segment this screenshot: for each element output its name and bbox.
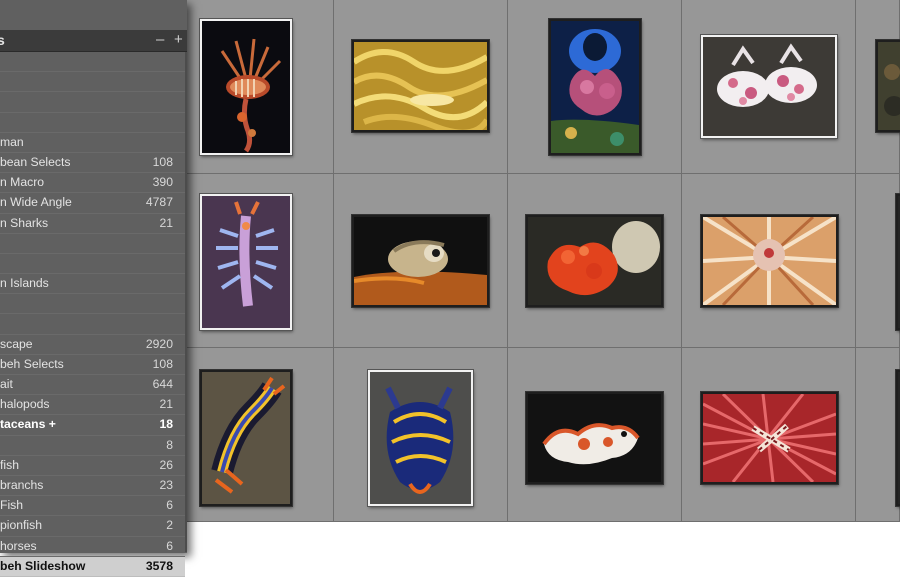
collection-name: n Wide Angle xyxy=(0,195,72,210)
nudibranch-blue-yellow-image xyxy=(370,372,471,504)
collection-row[interactable]: n Islands xyxy=(0,274,185,295)
thumbnail-nudibranch-blue-yellow[interactable] xyxy=(368,370,473,506)
thumbnail-nudibranch-striped[interactable] xyxy=(200,370,292,506)
collection-name: n Islands xyxy=(0,276,49,291)
collection-row[interactable]: taceans + 18 xyxy=(0,415,185,436)
thumbnail-fire-urchin[interactable] xyxy=(701,392,838,484)
collection-row[interactable]: ait 644 xyxy=(0,375,185,396)
nudibranch-striped-image xyxy=(202,372,290,504)
collection-name: halopods xyxy=(0,397,50,412)
collection-name: scape xyxy=(0,336,33,351)
remove-collection-button[interactable]: – xyxy=(156,31,164,48)
collection-row[interactable]: man xyxy=(0,133,185,153)
thumbnail-soft-coral[interactable] xyxy=(549,19,641,155)
collection-row[interactable] xyxy=(0,294,185,315)
thumbnail-partial[interactable] xyxy=(896,370,900,506)
collection-row[interactable]: horses 6 xyxy=(0,537,185,557)
collection-row[interactable] xyxy=(0,72,185,93)
collection-row[interactable]: scape 2920 xyxy=(0,335,185,355)
collection-row[interactable] xyxy=(0,52,185,73)
soft-coral-image xyxy=(551,21,639,153)
collection-name: n Sharks xyxy=(0,215,49,230)
thumbnail-frogfish[interactable] xyxy=(526,392,663,484)
collection-row[interactable]: 8 xyxy=(0,436,185,456)
collection-row[interactable]: branchs 23 xyxy=(0,476,185,497)
collection-count: 21 xyxy=(159,215,173,230)
collection-row[interactable]: pionfish 2 xyxy=(0,516,185,537)
collection-name: horses xyxy=(0,538,37,553)
collection-row[interactable] xyxy=(0,254,185,275)
collection-count: 390 xyxy=(152,175,173,190)
collection-count: 6 xyxy=(166,498,173,513)
thumbnail-urchin-shrimp[interactable] xyxy=(701,215,838,307)
collection-count: 23 xyxy=(159,477,173,492)
orange-sponge-image xyxy=(528,217,661,305)
thumbnail-orange-sponge[interactable] xyxy=(526,215,663,307)
collection-row[interactable]: beh Selects 108 xyxy=(0,355,185,375)
collection-row[interactable] xyxy=(0,92,185,113)
thumbnail-lionfish[interactable] xyxy=(200,19,292,155)
collection-count: 18 xyxy=(159,417,173,432)
collection-count: 21 xyxy=(159,397,173,412)
collection-name: taceans + xyxy=(0,417,56,432)
thumbnail-grid xyxy=(160,0,900,522)
collection-row[interactable]: halopods 21 xyxy=(0,395,185,416)
collections-panel: s – + man bean Selects 108 n Macro 390 n Wide… xyxy=(0,0,187,577)
collection-count: 6 xyxy=(166,538,173,553)
collection-name: pionfish xyxy=(0,518,43,533)
collection-row[interactable] xyxy=(0,314,185,335)
anemone-image xyxy=(354,42,487,130)
collection-count: 644 xyxy=(152,377,173,391)
grid-cell[interactable] xyxy=(856,174,900,348)
nudibranch-purple-image xyxy=(202,196,290,328)
collection-count: 8 xyxy=(166,437,173,452)
collection-count: 2920 xyxy=(145,336,173,351)
collection-count: 2 xyxy=(166,518,173,533)
partial-image xyxy=(878,42,900,130)
thumbnail-anemone-shrimp[interactable] xyxy=(352,40,489,132)
collection-name: fish xyxy=(0,457,19,472)
fire-urchin-image xyxy=(703,394,836,482)
harlequin-shrimp-image xyxy=(703,37,835,136)
collection-row[interactable]: n Sharks 21 xyxy=(0,214,185,234)
collection-list: man bean Selects 108 n Macro 390 n Wide Angle… xyxy=(0,52,185,577)
thumbnail-nudibranch-purple[interactable] xyxy=(200,194,292,330)
urchin-shrimp-image xyxy=(703,217,836,305)
collection-count: 26 xyxy=(159,457,173,472)
blenny-image xyxy=(354,217,487,305)
collection-row[interactable] xyxy=(0,113,185,133)
collection-name: Fish xyxy=(0,498,24,513)
add-collection-button[interactable]: + xyxy=(174,31,183,48)
collection-row[interactable]: bean Selects 108 xyxy=(0,153,185,174)
grid-cell[interactable] xyxy=(856,348,900,522)
collection-name: branchs xyxy=(0,477,44,492)
collection-count: 108 xyxy=(152,356,173,371)
collection-name: ait xyxy=(0,377,13,391)
panel-title: s xyxy=(0,32,5,48)
lionfish-image xyxy=(202,21,290,153)
collection-name: bean Selects xyxy=(0,154,71,169)
panel-scrollbar[interactable] xyxy=(185,52,187,552)
collection-row[interactable]: fish 26 xyxy=(0,456,185,476)
collection-count: 108 xyxy=(152,154,173,169)
collection-name: n Macro xyxy=(0,175,45,190)
thumbnail-blenny[interactable] xyxy=(352,215,489,307)
collection-row[interactable]: n Wide Angle 4787 xyxy=(0,193,185,214)
panel-header: s – + xyxy=(0,30,187,52)
thumbnail-partial[interactable] xyxy=(896,194,900,330)
thumbnail-harlequin-shrimp[interactable] xyxy=(701,35,837,138)
collection-row[interactable] xyxy=(0,234,185,254)
collection-name: beh Selects xyxy=(0,356,64,371)
thumbnail-partial[interactable] xyxy=(876,40,900,132)
frogfish-image xyxy=(528,394,661,482)
collection-row[interactable]: n Macro 390 xyxy=(0,173,185,194)
collection-count: 4787 xyxy=(145,195,173,210)
collection-row[interactable]: Fish 6 xyxy=(0,496,185,517)
collection-name: man xyxy=(0,134,24,149)
